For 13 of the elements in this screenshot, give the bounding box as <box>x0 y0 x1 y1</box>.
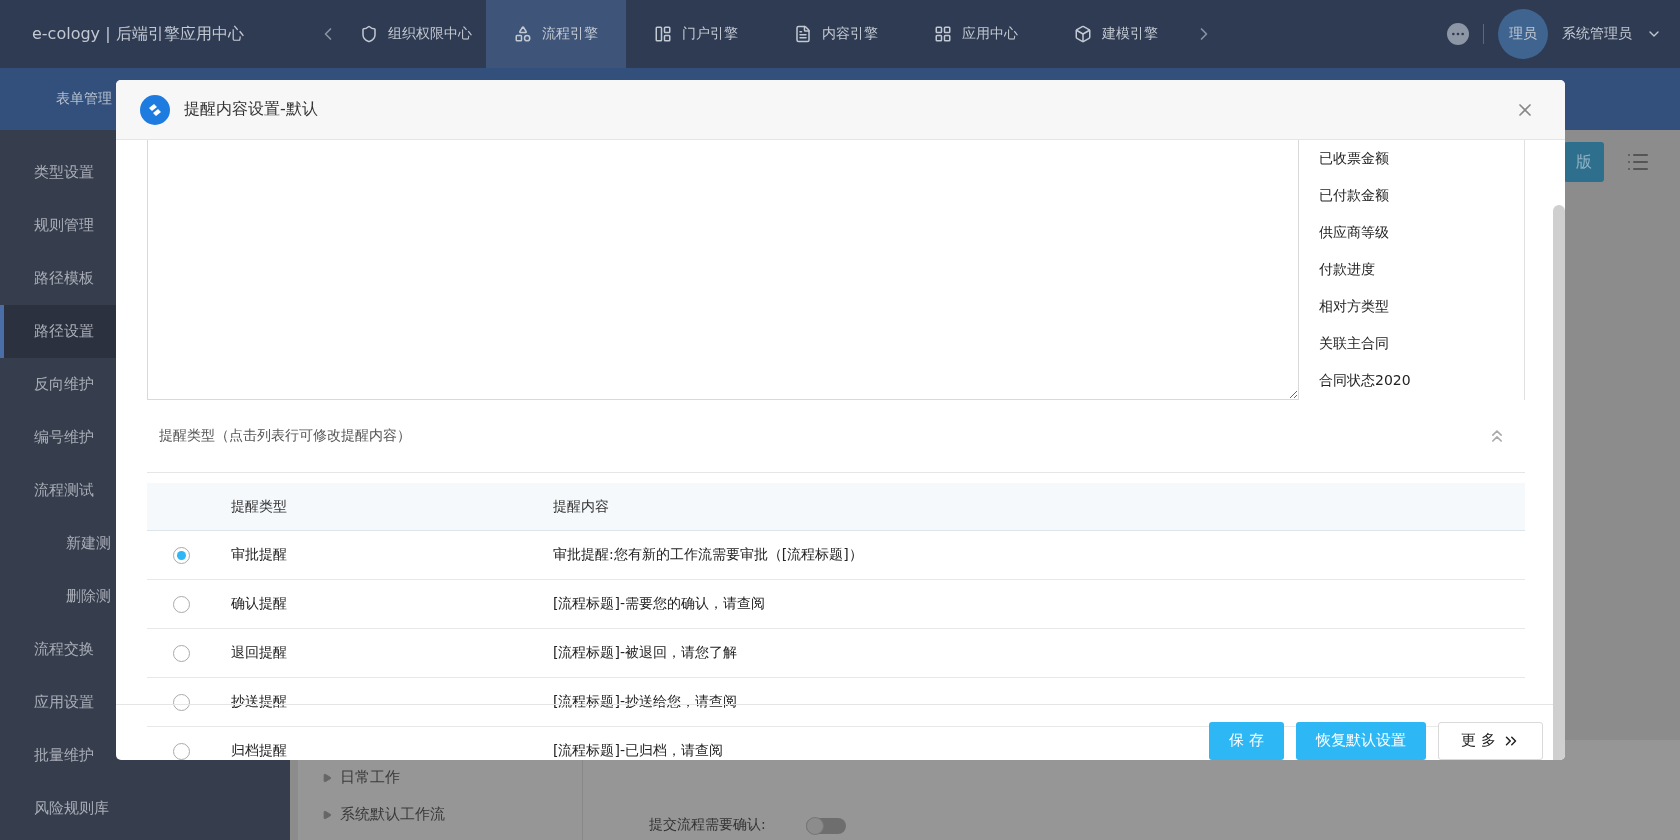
table-cell: 归档提醒 <box>231 727 553 760</box>
section-title: 提醒类型（点击列表行可修改提醒内容） <box>159 427 411 445</box>
table-cell: [流程标题]-被退回，请您了解 <box>553 629 1525 678</box>
app-title: e-cology | 后端引擎应用中心 <box>31 23 245 45</box>
dialog-title: 提醒内容设置-默认 <box>184 99 318 120</box>
table-cell: [流程标题]-需要您的确认，请查阅 <box>553 580 1525 629</box>
table-cell: 审批提醒:您有新的工作流需要审批（[流程标题]） <box>553 531 1525 580</box>
column-header: 提醒类型 <box>231 483 553 531</box>
column-header: 提醒内容 <box>553 483 1525 531</box>
field-label: 提交流程需要确认: <box>649 816 766 834</box>
table-cell: 确认提醒 <box>231 580 553 629</box>
table-cell: 审批提醒 <box>231 531 553 580</box>
table-cell: 退回提醒 <box>231 629 553 678</box>
